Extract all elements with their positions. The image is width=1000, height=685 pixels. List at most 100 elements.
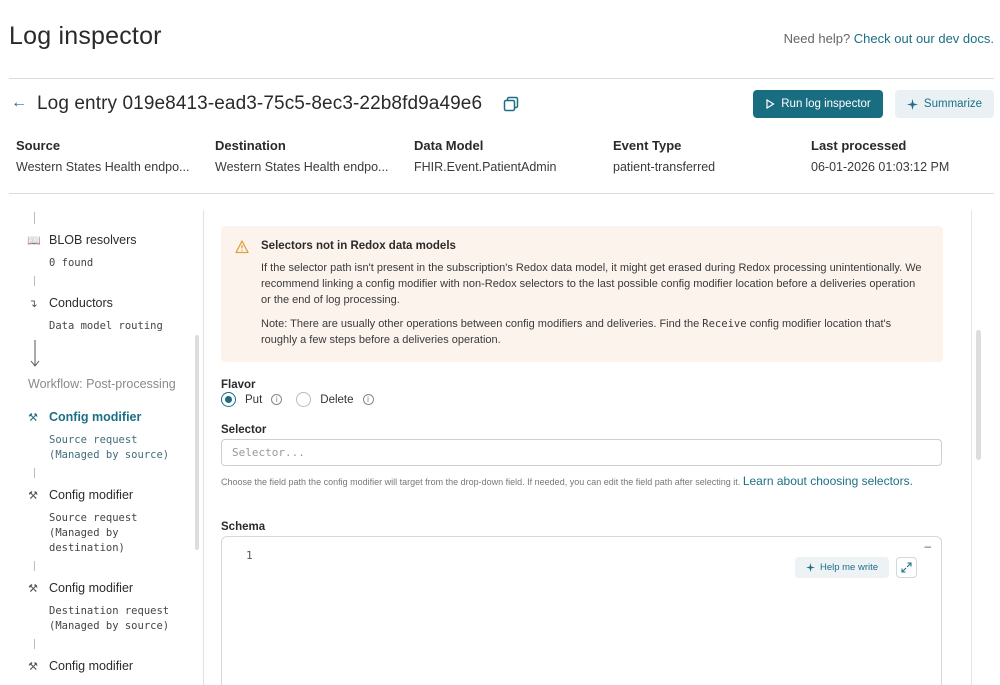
line-number: 1 bbox=[246, 549, 253, 562]
config-modifier-panel: Selectors not in Redox data models If th… bbox=[221, 210, 981, 685]
meta-value: 06-01-2026 01:03:12 PM bbox=[811, 160, 950, 174]
sidebar-item-label: Config modifier bbox=[49, 410, 142, 424]
sidebar-item-label: Config modifier bbox=[49, 488, 134, 502]
header-divider bbox=[9, 78, 994, 79]
sidebar-item-conductors[interactable]: ↴ Conductors Data model routing bbox=[27, 296, 197, 334]
sidebar-item-head: ⚒ Config modifier bbox=[27, 581, 197, 595]
timeline-connector bbox=[34, 561, 35, 571]
flavor-radio-group: Put i Delete i bbox=[221, 392, 374, 407]
sidebar-item-head: 📖 BLOB resolvers bbox=[27, 233, 197, 247]
help-area: Need help? Check out our dev docs. bbox=[784, 31, 994, 46]
sidebar-item-label: Conductors bbox=[49, 296, 113, 310]
expand-icon bbox=[901, 562, 912, 573]
meta-value: patient-transferred bbox=[613, 160, 716, 174]
warning-note-text: Note: There are usually other operations… bbox=[261, 318, 703, 330]
meta-destination: Destination Western States Health endpo.… bbox=[215, 138, 405, 174]
copy-icon[interactable] bbox=[503, 96, 519, 112]
page-header: Log inspector Need help? Check out our d… bbox=[0, 0, 1000, 78]
sidebar-item-blob-resolvers[interactable]: 📖 BLOB resolvers 0 found bbox=[27, 233, 197, 271]
flavor-put-radio[interactable] bbox=[221, 392, 236, 407]
route-icon: ↴ bbox=[28, 297, 38, 310]
summarize-label: Summarize bbox=[923, 98, 983, 110]
book-icon: 📖 bbox=[27, 234, 41, 247]
sidebar-item-detail: Destination request (Managed by source) bbox=[49, 605, 170, 632]
sidebar-item-config-modifier[interactable]: ⚒ Config modifier Destination request (M… bbox=[27, 581, 197, 634]
sidebar-item-head: ⚒ Config modifier bbox=[27, 488, 197, 502]
summarize-button[interactable]: Summarize bbox=[895, 90, 994, 118]
schema-editor[interactable]: 1 – Help me write bbox=[221, 536, 942, 685]
selector-helper: Choose the field path the config modifie… bbox=[221, 477, 741, 487]
hammer-icon: ⚒ bbox=[28, 489, 38, 502]
meta-event-type: Event Type patient-transferred bbox=[613, 138, 803, 174]
selector-label: Selector bbox=[221, 424, 267, 436]
collapse-icon[interactable]: – bbox=[924, 539, 931, 553]
log-metadata: Source Western States Health endpo... De… bbox=[16, 138, 996, 182]
flavor-label: Flavor bbox=[221, 379, 256, 391]
log-entry-bar: ← Log entry 019e8413-ead3-75c5-8ec3-22b8… bbox=[9, 88, 994, 122]
meta-value: FHIR.Event.PatientAdmin bbox=[414, 160, 557, 174]
selector-helper-text: Choose the field path the config modifie… bbox=[221, 472, 941, 491]
sparkle-icon bbox=[805, 563, 815, 572]
meta-data-model: Data Model FHIR.Event.PatientAdmin bbox=[414, 138, 604, 174]
receive-code: Receive bbox=[702, 318, 747, 330]
info-icon[interactable]: i bbox=[271, 394, 283, 405]
hammer-icon: ⚒ bbox=[28, 660, 38, 673]
warning-paragraph-2: Note: There are usually other operations… bbox=[261, 316, 925, 348]
sidebar-item-detail: Source request (Managed by source) bbox=[49, 434, 170, 461]
meta-value: Western States Health endpo... bbox=[215, 160, 389, 174]
hammer-icon: ⚒ bbox=[28, 411, 38, 424]
warning-paragraph-1: If the selector path isn't present in th… bbox=[261, 262, 922, 306]
sidebar-scrollbar[interactable] bbox=[195, 335, 199, 550]
help-prefix: Need help? bbox=[783, 31, 851, 46]
meta-divider bbox=[9, 193, 994, 194]
meta-label: Destination bbox=[215, 138, 286, 153]
sidebar-item-config-modifier[interactable]: ⚒ Config modifier Source request (Manage… bbox=[27, 488, 197, 556]
sidebar-item-config-modifier-active[interactable]: ⚒ Config modifier Source request (Manage… bbox=[27, 410, 197, 463]
back-arrow-icon[interactable]: ← bbox=[11, 94, 27, 112]
flavor-put-label: Put bbox=[245, 393, 263, 406]
meta-label: Last processed bbox=[811, 138, 907, 153]
sidebar-item-head: ⚒ Config modifier bbox=[27, 659, 197, 673]
sidebar-item-label: Config modifier bbox=[49, 659, 134, 673]
panel-edge bbox=[971, 210, 972, 685]
sparkle-icon bbox=[906, 98, 918, 110]
help-me-write-button[interactable]: Help me write bbox=[795, 557, 889, 578]
flavor-delete-label: Delete bbox=[320, 393, 354, 406]
meta-label: Data Model bbox=[414, 138, 484, 153]
content-scrollbar[interactable] bbox=[976, 330, 981, 460]
workflow-sidebar: 📖 BLOB resolvers 0 found ↴ Conductors Da… bbox=[9, 210, 204, 685]
meta-value: Western States Health endpo... bbox=[16, 160, 190, 174]
meta-last-processed: Last processed 06-01-2026 01:03:12 PM bbox=[811, 138, 1000, 174]
warning-title: Selectors not in Redox data models bbox=[261, 240, 456, 252]
workflow-section-label: Workflow: Post-processing bbox=[28, 377, 176, 391]
info-icon[interactable]: i bbox=[362, 394, 374, 405]
sidebar-item-label: Config modifier bbox=[49, 581, 134, 595]
flavor-delete-radio[interactable] bbox=[296, 392, 312, 407]
sidebar-item-head: ↴ Conductors bbox=[27, 296, 197, 310]
meta-label: Event Type bbox=[613, 138, 682, 153]
warning-callout: Selectors not in Redox data models If th… bbox=[221, 226, 943, 362]
selector-input[interactable] bbox=[221, 439, 942, 466]
learn-selectors-link[interactable]: Learn about choosing selectors. bbox=[743, 474, 913, 488]
log-entry-title: Log entry 019e8413-ead3-75c5-8ec3-22b8fd… bbox=[37, 93, 483, 114]
down-arrow-icon bbox=[30, 340, 40, 367]
sidebar-item-detail: 0 found bbox=[49, 257, 94, 269]
timeline-connector bbox=[34, 468, 35, 478]
run-log-inspector-button[interactable]: Run log inspector bbox=[753, 90, 883, 118]
sidebar-item-detail: Data model routing bbox=[49, 320, 163, 332]
schema-label: Schema bbox=[221, 521, 266, 533]
run-log-inspector-label: Run log inspector bbox=[781, 98, 871, 110]
dev-docs-link[interactable]: Check out our dev docs. bbox=[854, 31, 994, 46]
sidebar-item-config-modifier[interactable]: ⚒ Config modifier bbox=[27, 659, 197, 673]
page-title: Log inspector bbox=[9, 22, 162, 50]
hammer-icon: ⚒ bbox=[28, 582, 38, 595]
sidebar-item-label: BLOB resolvers bbox=[49, 233, 137, 247]
warning-icon bbox=[235, 240, 249, 254]
sidebar-item-head: ⚒ Config modifier bbox=[27, 410, 197, 424]
play-icon bbox=[766, 99, 775, 109]
help-me-write-label: Help me write bbox=[819, 562, 879, 573]
meta-label: Source bbox=[16, 138, 61, 153]
timeline-connector bbox=[34, 212, 35, 224]
timeline-connector bbox=[34, 639, 35, 649]
expand-button[interactable] bbox=[896, 557, 917, 578]
